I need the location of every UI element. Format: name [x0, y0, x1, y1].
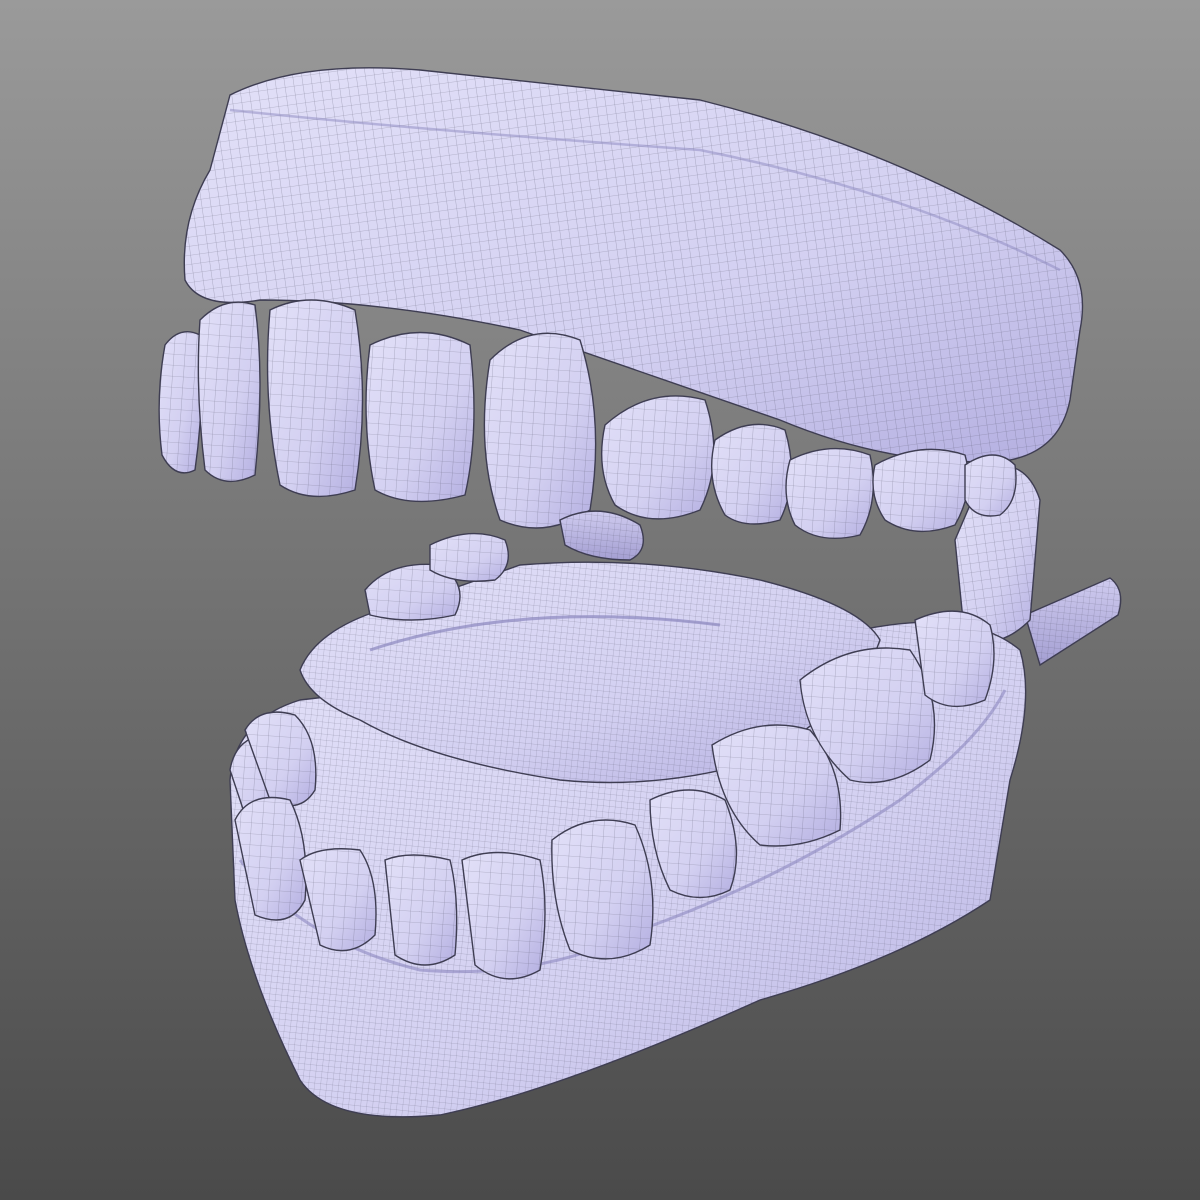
3d-viewport[interactable]	[0, 0, 1200, 1200]
viewport-canvas[interactable]	[0, 0, 1200, 1200]
